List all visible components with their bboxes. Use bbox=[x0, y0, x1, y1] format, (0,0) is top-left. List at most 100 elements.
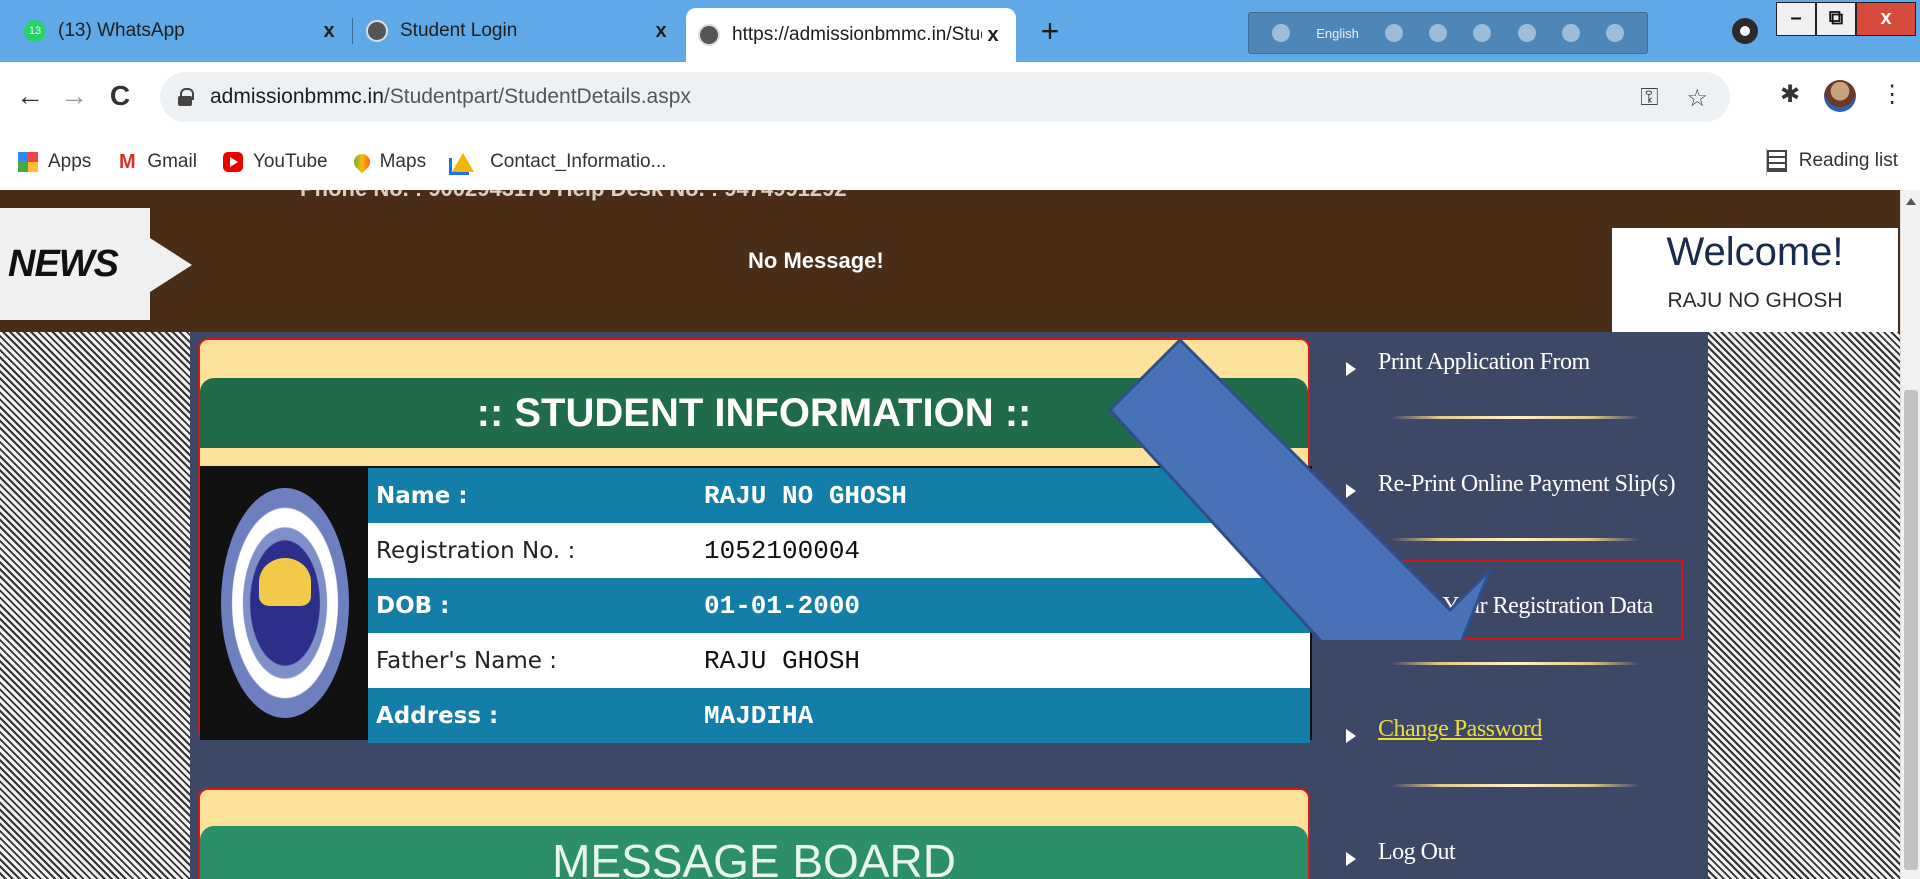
site-icon bbox=[698, 24, 720, 46]
menu-log-out[interactable]: Log Out bbox=[1330, 822, 1698, 879]
news-label: NEWS bbox=[8, 242, 119, 285]
field-label: Address : bbox=[376, 702, 499, 729]
student-information-panel: :: STUDENT INFORMATION :: Name : RAJU NO… bbox=[198, 338, 1312, 743]
table-row: DOB : 01-01-2000 bbox=[368, 578, 1310, 633]
triangle-right-icon bbox=[1346, 852, 1356, 866]
triangle-right-icon bbox=[1346, 729, 1356, 743]
message-board-heading: MESSAGE BOARD bbox=[200, 826, 1308, 879]
tray-icon[interactable] bbox=[1385, 24, 1404, 42]
address-bar[interactable]: admissionbmmc.in /Studentpart/StudentDet… bbox=[160, 72, 1730, 122]
menu-label: Print Application From bbox=[1378, 348, 1590, 375]
tab-whatsapp[interactable]: 13 (13) WhatsApp x bbox=[12, 8, 352, 54]
close-tab-icon[interactable]: x bbox=[982, 24, 1004, 47]
gmail-icon: M bbox=[118, 151, 136, 173]
bookmark-gmail[interactable]: M Gmail bbox=[117, 151, 197, 173]
table-row: Name : RAJU NO GHOSH bbox=[368, 468, 1310, 523]
menu-change-password[interactable]: Change Password bbox=[1330, 699, 1698, 759]
tab-strip: 13 (13) WhatsApp x Student Login x https… bbox=[0, 0, 1920, 62]
tray-icon[interactable] bbox=[1561, 24, 1580, 42]
reading-list-label: Reading list bbox=[1798, 150, 1898, 171]
menu-label: Re-Print Online Payment Slip(s) bbox=[1378, 470, 1676, 497]
url-path: /Studentpart/StudentDetails.aspx bbox=[383, 85, 691, 108]
bookmark-label: Gmail bbox=[147, 151, 197, 172]
menu-print-application[interactable]: Print Application From bbox=[1330, 332, 1698, 392]
bookmark-label: YouTube bbox=[252, 151, 328, 172]
menu-icon[interactable]: ⋮ bbox=[1880, 80, 1904, 112]
new-tab-button[interactable]: + bbox=[1030, 12, 1070, 52]
key-icon[interactable]: ⚿ bbox=[1640, 84, 1658, 113]
student-photo bbox=[202, 468, 368, 738]
bookmark-label: Maps bbox=[379, 151, 427, 172]
tab-student-login[interactable]: Student Login x bbox=[354, 8, 684, 54]
triangle-right-icon bbox=[1346, 484, 1356, 498]
lock-icon[interactable] bbox=[178, 88, 194, 106]
forward-button[interactable]: → bbox=[56, 76, 92, 116]
system-tray: English bbox=[1248, 12, 1648, 54]
minimize-button[interactable]: – bbox=[1776, 2, 1816, 36]
reload-button[interactable]: C bbox=[102, 76, 138, 116]
bookmark-contact-information[interactable]: Contact_Informatio... bbox=[452, 151, 666, 173]
welcome-title: Welcome! bbox=[1666, 230, 1844, 274]
tray-icon[interactable] bbox=[1605, 24, 1624, 42]
close-tab-icon[interactable]: x bbox=[650, 20, 672, 43]
student-info-table: Name : RAJU NO GHOSH Registration No. : … bbox=[200, 466, 1312, 743]
tab-title: https://admissionbmmc.in/Stude bbox=[732, 24, 982, 45]
menu-divider bbox=[1390, 784, 1640, 787]
close-tab-icon[interactable]: x bbox=[318, 20, 340, 43]
bookmark-maps[interactable]: Maps bbox=[350, 150, 427, 174]
field-value: RAJU NO GHOSH bbox=[704, 480, 907, 511]
college-seal-icon bbox=[221, 488, 349, 718]
language-indicator[interactable]: English bbox=[1316, 26, 1359, 41]
message-board-panel: MESSAGE BOARD bbox=[198, 788, 1310, 879]
close-window-button[interactable]: x bbox=[1856, 2, 1916, 36]
bookmark-youtube[interactable]: YouTube bbox=[222, 151, 328, 173]
field-label: Name : bbox=[376, 482, 468, 509]
tab-search-icon[interactable] bbox=[1732, 18, 1758, 44]
welcome-box: Welcome! RAJU NO GHOSH bbox=[1612, 228, 1898, 332]
bookmark-label: Contact_Informatio... bbox=[490, 151, 667, 172]
field-value: MAJDIHA bbox=[704, 700, 814, 731]
bookmark-label: Apps bbox=[48, 151, 92, 172]
reading-list-icon bbox=[1766, 150, 1787, 172]
apps-icon bbox=[18, 152, 38, 172]
contact-line: Phone No. : 9002943178 Help Desk No. : 9… bbox=[300, 190, 847, 202]
student-information-heading: :: STUDENT INFORMATION :: bbox=[200, 378, 1308, 448]
tab-student-details[interactable]: https://admissionbmmc.in/Stude x bbox=[686, 8, 1016, 62]
extensions-icon[interactable]: ✱ bbox=[1780, 80, 1800, 112]
back-button[interactable]: ← bbox=[12, 76, 48, 116]
table-row: Father's Name : RAJU GHOSH bbox=[368, 633, 1310, 688]
maps-icon bbox=[350, 150, 373, 174]
field-value: 1052100004 bbox=[704, 535, 861, 566]
menu-divider bbox=[1390, 662, 1640, 665]
restore-button[interactable]: ⧉ bbox=[1816, 2, 1856, 36]
field-label: Father's Name : bbox=[376, 647, 557, 674]
field-label: Registration No. : bbox=[376, 537, 576, 564]
tray-icon[interactable] bbox=[1272, 24, 1291, 42]
field-label: DOB : bbox=[376, 592, 450, 619]
scrollbar-thumb[interactable] bbox=[1904, 390, 1918, 870]
web-page: Phone No. : 9002943178 Help Desk No. : 9… bbox=[0, 190, 1900, 879]
table-row: Address : MAJDIHA bbox=[368, 688, 1310, 743]
field-value: 01-01-2000 bbox=[704, 590, 861, 621]
reading-list-button[interactable]: Reading list bbox=[1766, 150, 1898, 172]
tray-icon[interactable] bbox=[1473, 24, 1492, 42]
scrollbar[interactable] bbox=[1900, 190, 1920, 879]
tray-icon[interactable] bbox=[1517, 24, 1536, 42]
menu-reprint-payment-slip[interactable]: Re-Print Online Payment Slip(s) bbox=[1330, 454, 1698, 514]
star-icon[interactable]: ☆ bbox=[1686, 84, 1708, 113]
avatar[interactable] bbox=[1824, 80, 1857, 112]
highlight-box bbox=[1327, 560, 1683, 640]
news-badge: NEWS bbox=[0, 208, 150, 320]
youtube-icon bbox=[222, 152, 243, 172]
tab-separator bbox=[352, 18, 353, 44]
tab-title: (13) WhatsApp bbox=[58, 20, 185, 41]
bookmark-apps[interactable]: Apps bbox=[18, 151, 91, 173]
table-row: Registration No. : 1052100004 bbox=[368, 523, 1310, 578]
tray-icon[interactable] bbox=[1429, 24, 1448, 42]
scroll-up-icon[interactable] bbox=[1906, 198, 1916, 205]
field-value: RAJU GHOSH bbox=[704, 645, 861, 676]
menu-divider bbox=[1390, 538, 1640, 541]
news-arrow-icon bbox=[150, 238, 192, 292]
welcome-name: RAJU NO GHOSH bbox=[1667, 289, 1843, 312]
menu-divider bbox=[1390, 416, 1640, 419]
